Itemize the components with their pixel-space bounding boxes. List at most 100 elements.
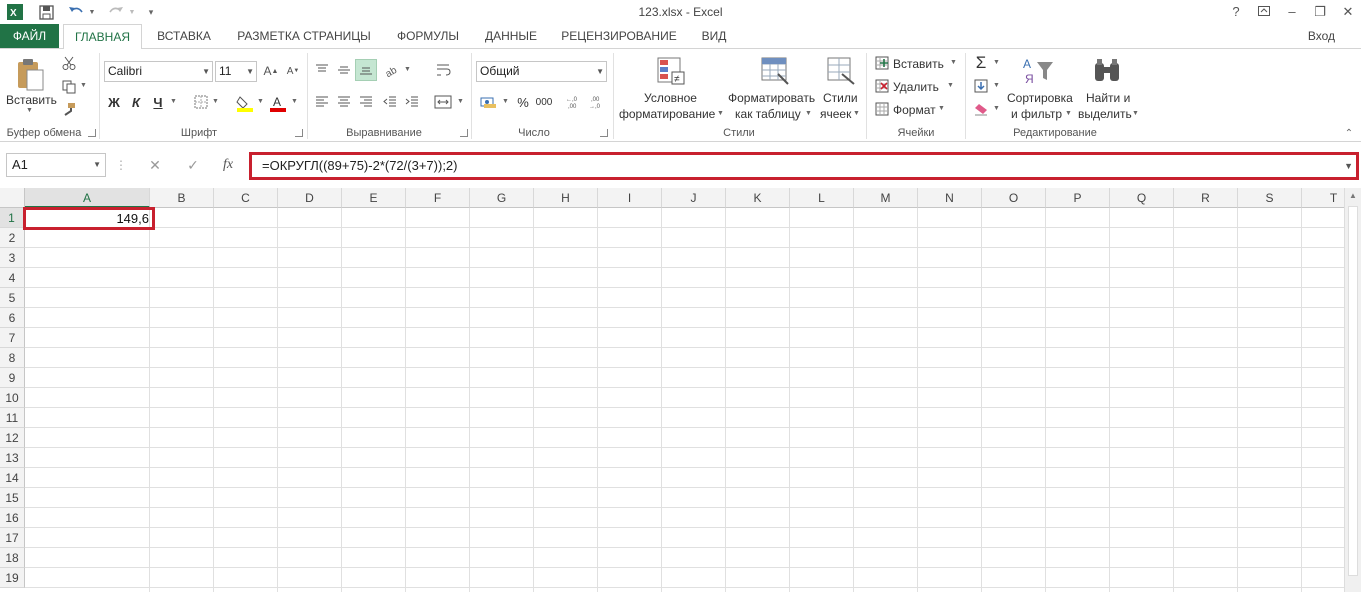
restore-button[interactable]: ❐ <box>1307 2 1333 22</box>
help-button[interactable]: ? <box>1223 2 1249 22</box>
number-format-select[interactable]: Общий ▼ <box>476 61 607 82</box>
column-header-r[interactable]: R <box>1174 188 1238 208</box>
minimize-button[interactable]: – <box>1279 2 1305 22</box>
underline-button[interactable]: Ч <box>150 93 166 111</box>
column-header-o[interactable]: O <box>982 188 1046 208</box>
row-header-5[interactable]: 5 <box>0 288 25 308</box>
italic-button[interactable]: К <box>128 93 144 111</box>
find-select-dropdown-icon[interactable]: ▼ <box>1132 110 1139 117</box>
conditional-formatting-dropdown-icon[interactable]: ▼ <box>717 110 724 117</box>
cell-a1[interactable]: 149,6 <box>23 207 155 230</box>
insert-function-button[interactable]: fx <box>214 153 242 177</box>
formula-input[interactable]: =ОКРУГЛ((89+75)-2*(72/(3+7));2) ▼ <box>249 152 1359 180</box>
format-cells-button[interactable]: Формат <box>893 103 936 117</box>
cell-styles-label-2[interactable]: ячеек <box>820 107 851 121</box>
row-header-2[interactable]: 2 <box>0 228 25 248</box>
cut-icon[interactable] <box>60 54 78 72</box>
worksheet-grid[interactable]: A B C D E F G H I J K L M N O P Q R S T 1 2 3 4 5 6 7 8 9 10 11 12 13 14 1… <box>0 188 1361 592</box>
row-header-14[interactable]: 14 <box>0 468 25 488</box>
column-header-m[interactable]: M <box>854 188 918 208</box>
column-header-d[interactable]: D <box>278 188 342 208</box>
align-right-icon[interactable] <box>357 93 375 111</box>
find-select-label-2[interactable]: выделить <box>1078 107 1132 121</box>
column-header-e[interactable]: E <box>342 188 406 208</box>
decrease-font-icon[interactable]: A ▼ <box>284 62 302 80</box>
merge-center-icon[interactable] <box>432 93 454 111</box>
paste-icon[interactable] <box>12 57 48 93</box>
accounting-dropdown-icon[interactable]: ▼ <box>502 98 509 105</box>
name-box[interactable]: A1 ▼ <box>6 153 106 177</box>
insert-cells-button[interactable]: Вставить <box>893 57 944 71</box>
tab-page-layout[interactable]: РАЗМЕТКА СТРАНИЦЫ <box>230 24 378 48</box>
cancel-entry-icon[interactable]: ✕ <box>140 153 170 177</box>
sort-filter-icon[interactable]: AЯ <box>1020 55 1058 87</box>
tab-file[interactable]: ФАЙЛ <box>0 24 59 48</box>
sort-filter-label-1[interactable]: Сортировка <box>1007 91 1073 105</box>
vertical-scrollbar[interactable]: ▲ <box>1344 188 1361 592</box>
fill-icon[interactable] <box>972 77 990 95</box>
column-header-n[interactable]: N <box>918 188 982 208</box>
delete-cells-button[interactable]: Удалить <box>893 80 939 94</box>
format-as-table-label-2[interactable]: как таблицу <box>735 107 801 121</box>
column-header-s[interactable]: S <box>1238 188 1302 208</box>
collapse-ribbon-icon[interactable]: ⌃ <box>1342 127 1356 139</box>
row-header-11[interactable]: 11 <box>0 408 25 428</box>
column-header-k[interactable]: K <box>726 188 790 208</box>
delete-cells-dropdown-icon[interactable]: ▼ <box>947 82 954 89</box>
bold-button[interactable]: Ж <box>106 93 122 111</box>
column-header-h[interactable]: H <box>534 188 598 208</box>
format-as-table-label-1[interactable]: Форматировать <box>728 91 815 105</box>
clear-icon[interactable] <box>972 100 990 118</box>
row-header-7[interactable]: 7 <box>0 328 25 348</box>
tab-data[interactable]: ДАННЫЕ <box>478 24 544 48</box>
font-name-select[interactable]: Calibri ▼ <box>104 61 213 82</box>
tab-view[interactable]: ВИД <box>694 24 734 48</box>
font-color-dropdown-icon[interactable]: ▼ <box>291 98 298 105</box>
autosum-dropdown-icon[interactable]: ▼ <box>993 59 1000 66</box>
copy-dropdown-icon[interactable]: ▼ <box>80 82 87 89</box>
cell-styles-dropdown-icon[interactable]: ▼ <box>853 110 860 117</box>
clear-dropdown-icon[interactable]: ▼ <box>993 105 1000 112</box>
row-header-12[interactable]: 12 <box>0 428 25 448</box>
underline-dropdown-icon[interactable]: ▼ <box>170 98 177 105</box>
tab-insert[interactable]: ВСТАВКА <box>150 24 218 48</box>
paste-button[interactable]: Вставить <box>6 93 57 107</box>
column-header-g[interactable]: G <box>470 188 534 208</box>
font-launcher-icon[interactable] <box>295 129 303 137</box>
alignment-launcher-icon[interactable] <box>460 129 468 137</box>
align-bottom-icon[interactable] <box>355 59 377 81</box>
accounting-format-icon[interactable] <box>478 93 500 111</box>
percent-style-button[interactable]: % <box>514 93 532 111</box>
column-header-j[interactable]: J <box>662 188 726 208</box>
conditional-formatting-label-1[interactable]: Условное <box>644 91 697 105</box>
copy-icon[interactable] <box>60 78 78 96</box>
row-header-3[interactable]: 3 <box>0 248 25 268</box>
autosum-icon[interactable]: Σ <box>972 53 990 72</box>
close-button[interactable]: ✕ <box>1335 2 1361 22</box>
insert-cells-dropdown-icon[interactable]: ▼ <box>950 59 957 66</box>
row-header-19[interactable]: 19 <box>0 568 25 588</box>
comma-style-button[interactable]: 000 <box>534 93 554 111</box>
row-header-6[interactable]: 6 <box>0 308 25 328</box>
fill-color-dropdown-icon[interactable]: ▼ <box>257 98 264 105</box>
row-header-1[interactable]: 1 <box>0 208 25 228</box>
ribbon-display-options-icon[interactable] <box>1251 2 1277 22</box>
align-middle-icon[interactable] <box>335 61 353 79</box>
insert-cells-icon[interactable] <box>874 55 890 71</box>
row-header-9[interactable]: 9 <box>0 368 25 388</box>
find-select-label-1[interactable]: Найти и <box>1086 91 1130 105</box>
row-header-18[interactable]: 18 <box>0 548 25 568</box>
borders-dropdown-icon[interactable]: ▼ <box>212 98 219 105</box>
row-header-16[interactable]: 16 <box>0 508 25 528</box>
align-top-icon[interactable] <box>313 61 331 79</box>
format-as-table-dropdown-icon[interactable]: ▼ <box>805 110 812 117</box>
fill-dropdown-icon[interactable]: ▼ <box>993 82 1000 89</box>
paste-dropdown-icon[interactable]: ▼ <box>26 107 33 114</box>
column-header-l[interactable]: L <box>790 188 854 208</box>
column-header-b[interactable]: B <box>150 188 214 208</box>
row-header-13[interactable]: 13 <box>0 448 25 468</box>
align-left-icon[interactable] <box>313 93 331 111</box>
find-select-icon[interactable] <box>1090 55 1124 87</box>
font-color-icon[interactable]: A <box>268 93 288 113</box>
decrease-indent-icon[interactable] <box>381 93 399 111</box>
